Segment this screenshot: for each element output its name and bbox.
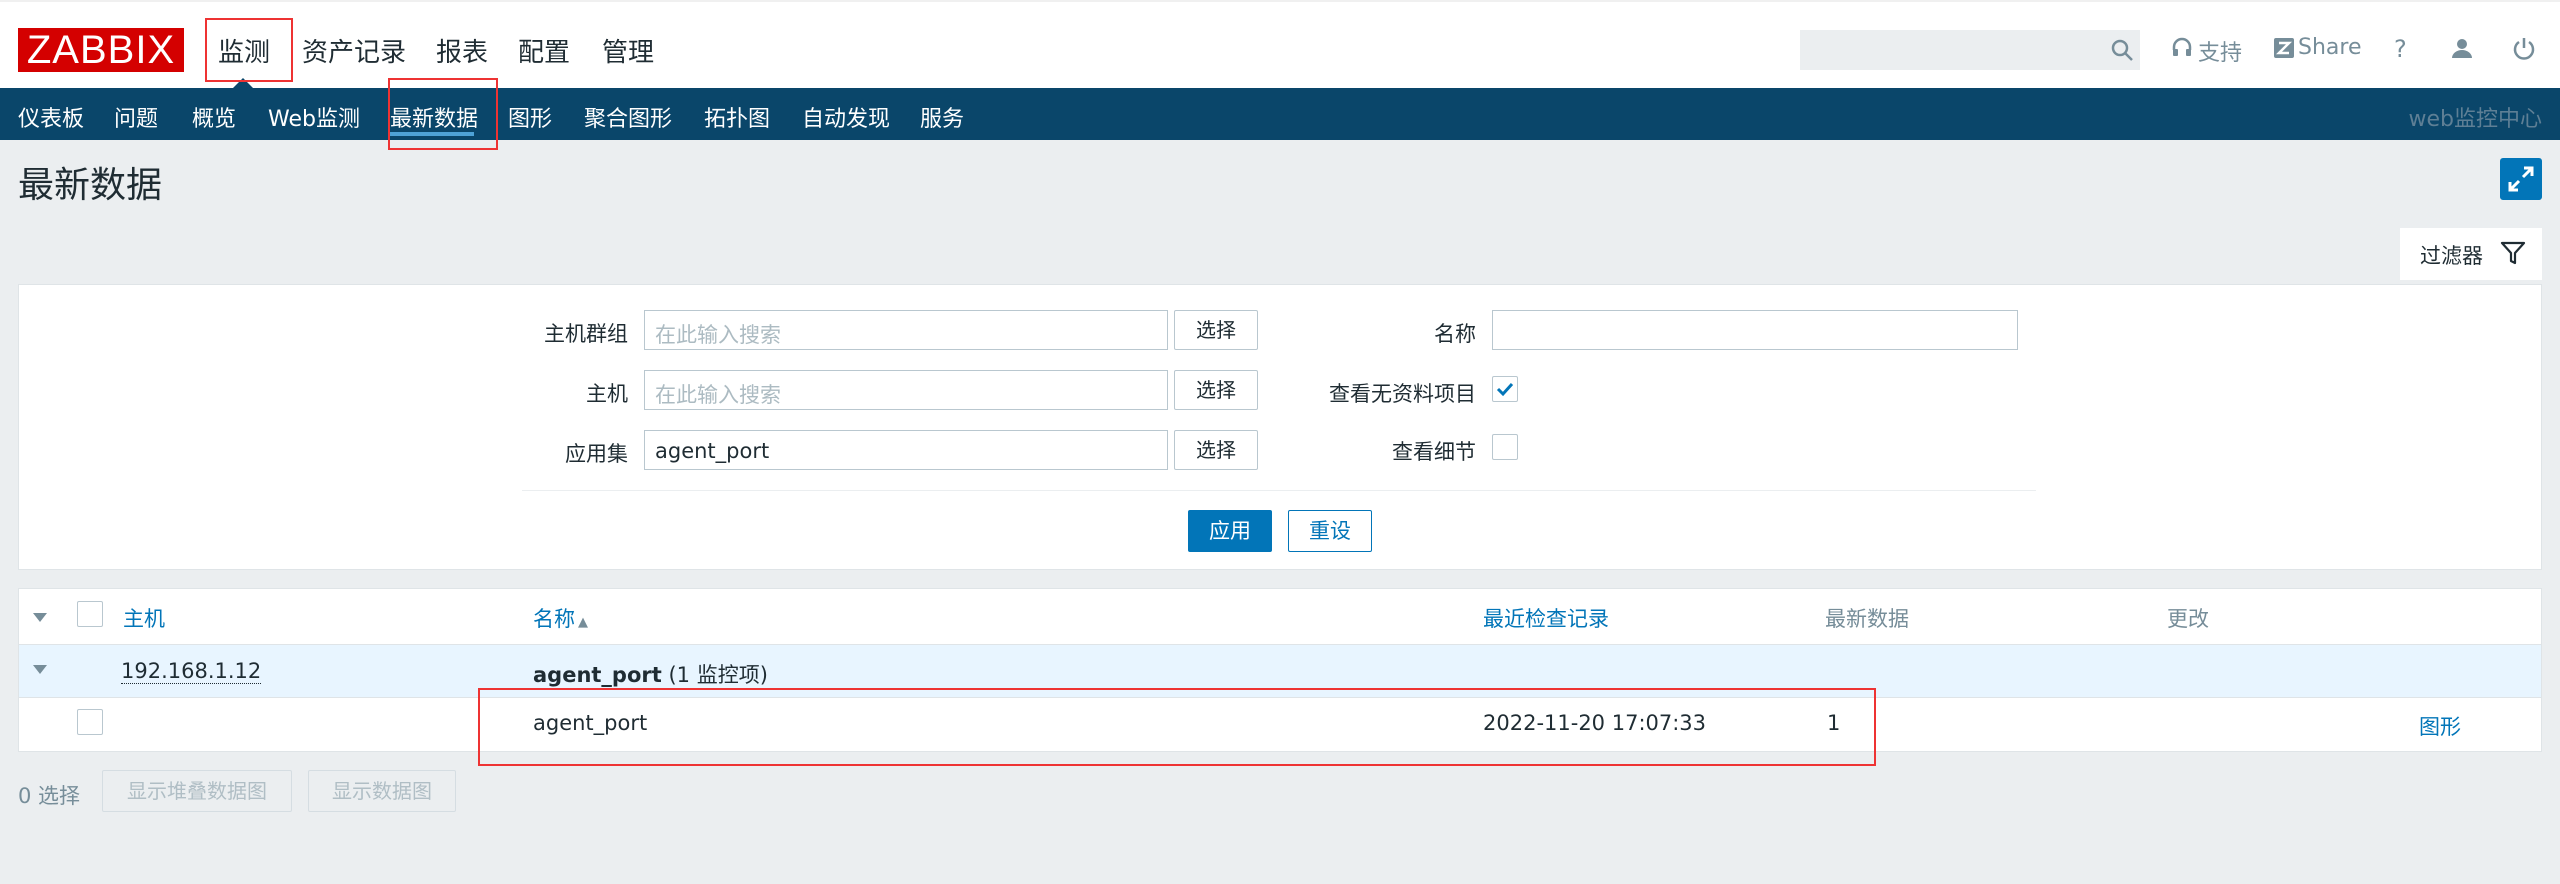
annotation-box-item-row xyxy=(478,688,1876,766)
sign-out-icon[interactable] xyxy=(2512,36,2536,60)
column-host[interactable]: 主机 xyxy=(123,603,165,633)
menu-reports[interactable]: 报表 xyxy=(436,32,488,69)
name-input[interactable] xyxy=(1492,310,2018,350)
menu-administration[interactable]: 管理 xyxy=(602,32,654,69)
reset-button[interactable]: 重设 xyxy=(1288,510,1372,552)
user-profile-icon[interactable] xyxy=(2450,36,2474,60)
host-input[interactable]: 在此输入搜索 xyxy=(644,370,1168,410)
menu-inventory[interactable]: 资产记录 xyxy=(302,32,406,69)
selected-count: 0 选择 xyxy=(18,784,81,808)
menu-configuration[interactable]: 配置 xyxy=(518,32,570,69)
application-label: 应用集 xyxy=(565,442,628,466)
group-item-count: (1 监控项) xyxy=(668,663,768,687)
filter-tab[interactable]: 过滤器 xyxy=(2400,228,2542,280)
zabbix-logo[interactable]: ZABBIX xyxy=(18,28,184,72)
host-group-select-button[interactable]: 选择 xyxy=(1174,310,1258,350)
column-name[interactable]: 名称 ▲ xyxy=(533,603,588,633)
sort-asc-icon: ▲ xyxy=(578,615,588,630)
apply-button[interactable]: 应用 xyxy=(1188,510,1272,552)
group-host-link[interactable]: 192.168.1.12 xyxy=(121,659,262,684)
column-name-label: 名称 xyxy=(533,607,575,631)
help-link[interactable]: ? xyxy=(2394,35,2407,63)
show-graph-button[interactable]: 显示数据图 xyxy=(308,770,456,812)
show-stacked-graph-button[interactable]: 显示堆叠数据图 xyxy=(102,770,292,812)
annotation-box-monitoring xyxy=(205,18,293,82)
select-all-checkbox[interactable] xyxy=(77,601,103,627)
subnav-problems[interactable]: 问题 xyxy=(114,101,158,133)
show-without-data-label: 查看无资料项目 xyxy=(1329,382,1476,406)
group-application: agent_port (1 监控项) xyxy=(533,659,768,689)
collapse-group-icon[interactable] xyxy=(33,665,47,674)
show-without-data-checkbox[interactable] xyxy=(1492,376,1518,402)
name-label: 名称 xyxy=(1434,322,1476,346)
host-label: 主机 xyxy=(586,382,628,406)
host-group-label: 主机群组 xyxy=(544,322,628,346)
global-search-input[interactable] xyxy=(1800,30,2140,70)
filter-panel xyxy=(18,284,2542,570)
subnav-maps[interactable]: 拓扑图 xyxy=(704,101,770,133)
share-link[interactable]: Share xyxy=(2298,35,2362,60)
page-title: 最新数据 xyxy=(18,165,163,206)
subnav-dashboard[interactable]: 仪表板 xyxy=(18,101,84,133)
application-select-button[interactable]: 选择 xyxy=(1174,430,1258,470)
share-icon xyxy=(2274,38,2294,58)
expand-icon xyxy=(2508,166,2534,192)
subnav-graphs[interactable]: 图形 xyxy=(508,101,552,133)
subnav-services[interactable]: 服务 xyxy=(920,101,964,133)
show-details-label: 查看细节 xyxy=(1392,440,1476,464)
server-name-label: web监控中心 xyxy=(2408,107,2543,132)
filter-icon xyxy=(2500,241,2526,265)
top-header: ZABBIX 监测 资产记录 报表 配置 管理 支持 Share ? xyxy=(0,0,2560,88)
search-icon[interactable] xyxy=(2110,38,2134,62)
fullscreen-button[interactable] xyxy=(2500,158,2542,200)
column-last-check[interactable]: 最近检查记录 xyxy=(1483,603,1609,633)
support-link[interactable]: 支持 xyxy=(2198,35,2242,67)
subnav-web[interactable]: Web监测 xyxy=(268,101,360,133)
column-change: 更改 xyxy=(2167,607,2209,631)
sub-navigation: 仪表板 问题 概览 Web监测 最新数据 图形 聚合图形 拓扑图 自动发现 服务… xyxy=(0,88,2560,140)
subnav-screens[interactable]: 聚合图形 xyxy=(584,101,672,133)
headset-icon xyxy=(2172,37,2192,56)
row-checkbox[interactable] xyxy=(77,709,103,735)
filter-tab-label: 过滤器 xyxy=(2420,244,2483,268)
collapse-all-icon[interactable] xyxy=(33,613,47,622)
group-application-name: agent_port xyxy=(533,663,662,687)
item-graph-link[interactable]: 图形 xyxy=(2419,711,2461,741)
host-group-input[interactable]: 在此输入搜索 xyxy=(644,310,1168,350)
subnav-overview[interactable]: 概览 xyxy=(192,101,236,133)
host-select-button[interactable]: 选择 xyxy=(1174,370,1258,410)
checkmark-icon xyxy=(1496,382,1514,397)
filter-divider xyxy=(522,490,2036,491)
show-details-checkbox[interactable] xyxy=(1492,434,1518,460)
annotation-box-latest-data xyxy=(388,78,498,150)
subnav-discovery[interactable]: 自动发现 xyxy=(802,101,890,133)
column-last-value: 最新数据 xyxy=(1825,607,1909,631)
application-input[interactable]: agent_port xyxy=(644,430,1168,470)
